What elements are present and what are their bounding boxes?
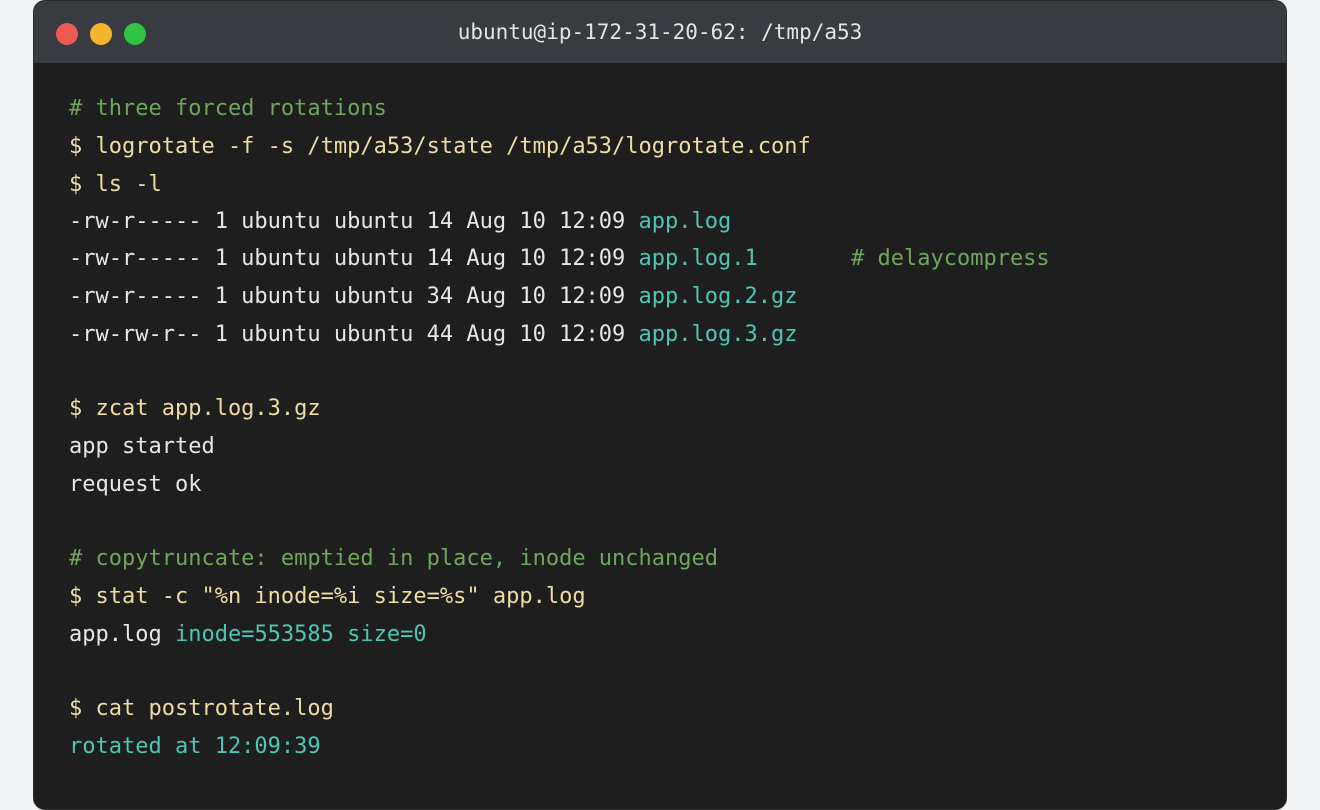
title-bar[interactable]: ubuntu@ip-172-31-20-62: /tmp/a53 — [34, 1, 1286, 63]
comment-line: # three forced rotations — [69, 96, 387, 121]
output-line: rotated at 12:09:39 — [69, 734, 321, 759]
output-line: app started — [69, 434, 215, 459]
output-line: app.log inode=553585 size=0 — [69, 620, 427, 650]
command-line: $ logrotate -f -s /tmp/a53/state /tmp/a5… — [69, 134, 811, 159]
file-meta: -rw-r----- 1 ubuntu ubuntu 14 Aug 10 12:… — [69, 209, 639, 234]
ls-row: -rw-r----- 1 ubuntu ubuntu 14 Aug 10 12:… — [69, 207, 731, 237]
inline-comment: # delaycompress — [851, 246, 1050, 271]
stat-file-name: app.log — [69, 622, 175, 647]
file-meta: -rw-rw-r-- 1 ubuntu ubuntu 44 Aug 10 12:… — [69, 322, 639, 347]
file-name: app.log — [638, 209, 732, 234]
command-line: $ ls -l — [69, 172, 162, 197]
stat-values: inode=553585 size=0 — [174, 622, 427, 647]
comment-line: # copytruncate: emptied in place, inode … — [69, 546, 719, 571]
file-meta: -rw-r----- 1 ubuntu ubuntu 34 Aug 10 12:… — [69, 284, 639, 309]
ls-row: -rw-r----- 1 ubuntu ubuntu 34 Aug 10 12:… — [69, 282, 798, 312]
ls-row: -rw-r----- 1 ubuntu ubuntu 14 Aug 10 12:… — [69, 244, 758, 274]
ls-row: -rw-rw-r-- 1 ubuntu ubuntu 44 Aug 10 12:… — [69, 320, 798, 350]
window-title: ubuntu@ip-172-31-20-62: /tmp/a53 — [457, 20, 863, 44]
file-name: app.log.3.gz — [638, 322, 798, 347]
command-line: $ cat postrotate.log — [69, 696, 334, 721]
command-line: $ zcat app.log.3.gz — [69, 396, 321, 421]
file-meta: -rw-r----- 1 ubuntu ubuntu 14 Aug 10 12:… — [69, 246, 639, 271]
file-name: app.log.2.gz — [638, 284, 798, 309]
terminal-window: ubuntu@ip-172-31-20-62: /tmp/a53 # three… — [33, 0, 1287, 810]
terminal-output[interactable]: # three forced rotations $ logrotate -f … — [69, 91, 1050, 759]
output-line: request ok — [69, 472, 202, 497]
command-line: $ stat -c "%n inode=%i size=%s" app.log — [69, 584, 586, 609]
file-name: app.log.1 — [638, 246, 758, 271]
